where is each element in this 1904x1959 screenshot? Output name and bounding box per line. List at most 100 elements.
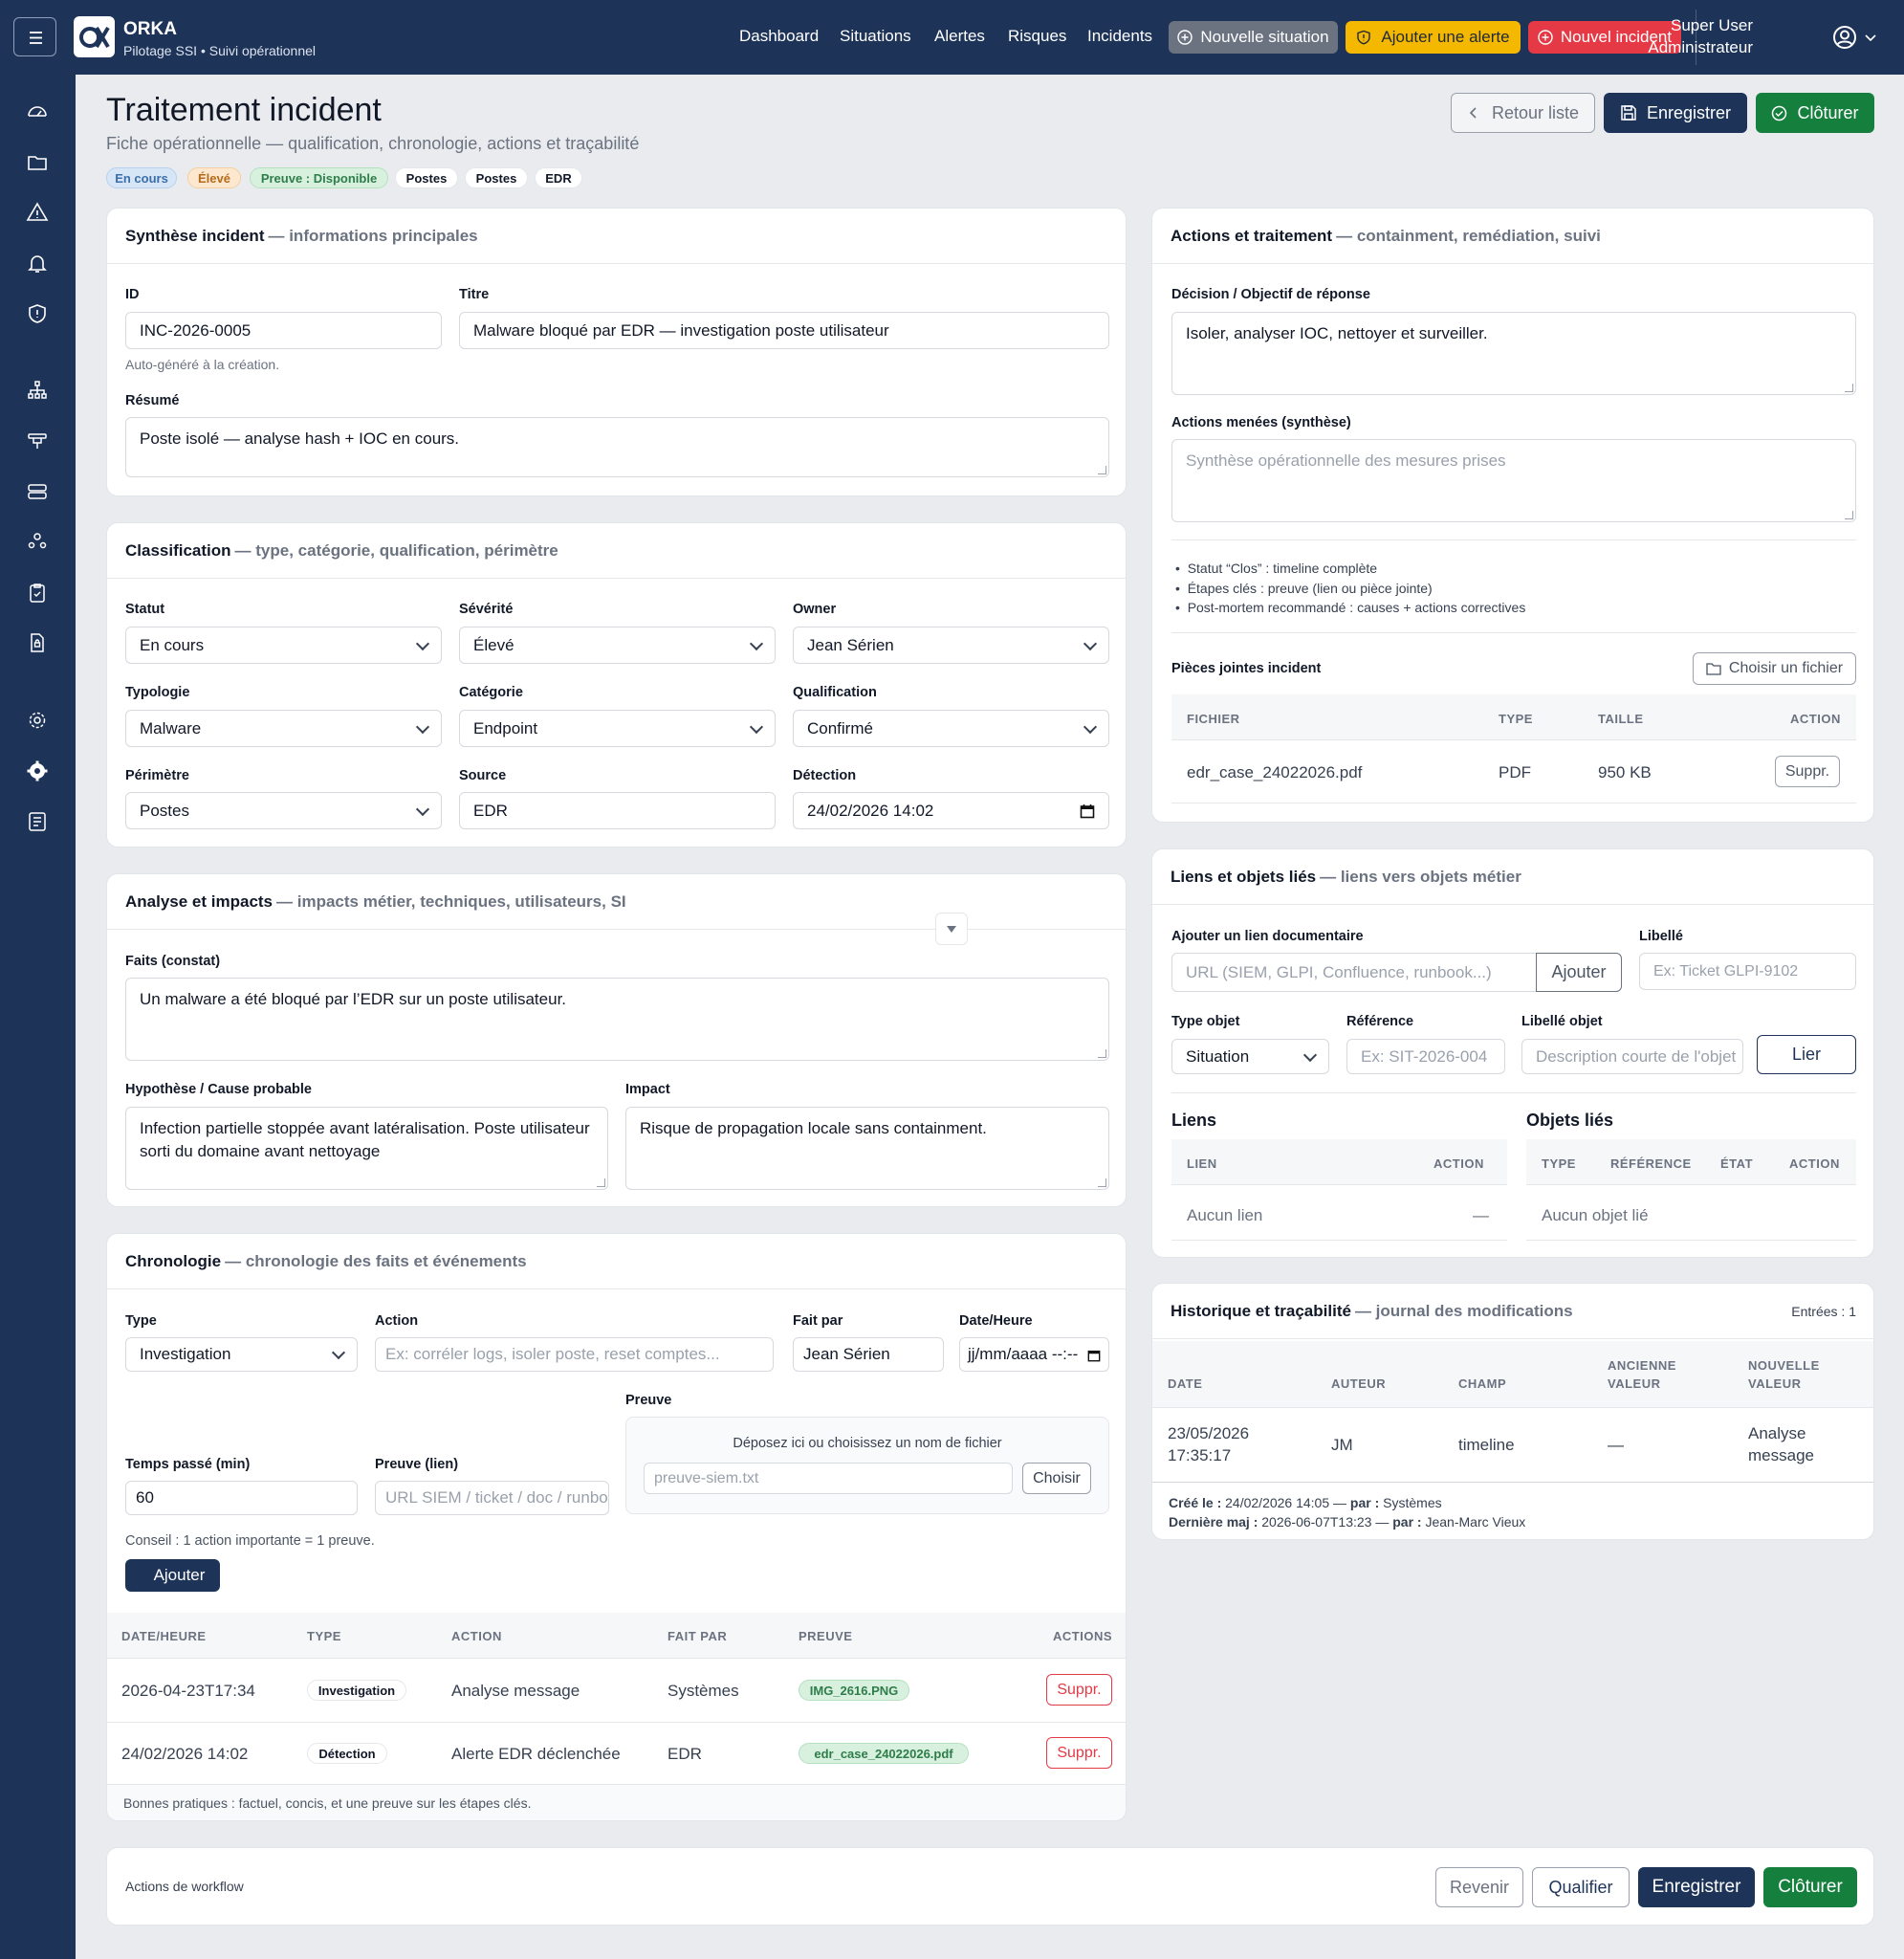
- sidebar-item-dashboard[interactable]: [26, 99, 49, 122]
- card-subtitle: — impacts métier, techniques, utilisateu…: [276, 891, 626, 911]
- statut-label: Statut: [125, 602, 165, 617]
- impact-field[interactable]: Risque de propagation locale sans contai…: [625, 1107, 1109, 1190]
- nav-incidents[interactable]: Incidents: [1087, 27, 1152, 46]
- decision-field[interactable]: Isoler, analyser IOC, nettoyer et survei…: [1171, 312, 1856, 395]
- add-alert-button[interactable]: Ajouter une alerte: [1346, 21, 1521, 54]
- row-by: EDR: [667, 1745, 702, 1763]
- qualifier-button[interactable]: Qualifier: [1532, 1867, 1630, 1907]
- history-new-value: Analyse: [1748, 1424, 1806, 1442]
- type-objet-select[interactable]: Situation: [1171, 1039, 1329, 1074]
- sidebar-item-situations[interactable]: [26, 151, 49, 174]
- categorie-select[interactable]: Endpoint: [459, 710, 776, 747]
- delete-button[interactable]: Suppr.: [1046, 1674, 1112, 1706]
- sidebar-item-checklist[interactable]: [26, 582, 49, 605]
- delete-button[interactable]: Suppr.: [1046, 1737, 1112, 1769]
- statut-select[interactable]: En cours: [125, 627, 442, 664]
- workflow-save-button[interactable]: Enregistrer: [1638, 1867, 1755, 1907]
- nav-alertes[interactable]: Alertes: [934, 27, 985, 46]
- choose-file-button[interactable]: Choisir un fichier: [1693, 652, 1856, 685]
- type-objet-label: Type objet: [1171, 1014, 1240, 1029]
- sidebar-item-risques[interactable]: [26, 302, 49, 325]
- hypothese-line: sorti du domaine avant nettoyage: [140, 1142, 381, 1160]
- nav-situations[interactable]: Situations: [840, 27, 911, 46]
- file-size: 950 KB: [1598, 763, 1652, 781]
- statut-value: En cours: [140, 635, 205, 654]
- chevron-down-icon: [1865, 34, 1876, 42]
- card-subtitle: — chronologie des faits et événements: [225, 1251, 527, 1270]
- col-header: FAIT PAR: [667, 1629, 728, 1643]
- user-menu-button[interactable]: [1823, 21, 1882, 54]
- sidebar-item-settings[interactable]: [26, 709, 49, 732]
- checklist: • Statut “Clos” : timeline complète • Ét…: [1175, 559, 1525, 618]
- sidebar-item-users[interactable]: [26, 530, 49, 553]
- hypothese-field[interactable]: Infection partielle stoppée avant latéra…: [125, 1107, 608, 1190]
- actions-menees-field[interactable]: Synthèse opérationnelle des mesures pris…: [1171, 439, 1856, 522]
- evidence-link[interactable]: IMG_2616.PNG: [799, 1680, 909, 1701]
- revenir-button[interactable]: Revenir: [1435, 1867, 1523, 1907]
- add-link-button[interactable]: Ajouter: [1536, 953, 1622, 992]
- event-datetime-placeholder: jj/mm/aaaa --:--: [968, 1345, 1079, 1363]
- temps-field[interactable]: 60: [125, 1481, 358, 1515]
- evidence-dropzone[interactable]: Déposez ici ou choisissez un nom de fich…: [625, 1417, 1109, 1514]
- sidebar-item-admin[interactable]: [26, 759, 49, 782]
- link-object-button[interactable]: Lier: [1757, 1035, 1856, 1074]
- workflow-close-button[interactable]: Clôturer: [1763, 1867, 1857, 1907]
- reference-label: Référence: [1346, 1014, 1414, 1029]
- type-badge: Détection: [307, 1743, 387, 1764]
- delete-file-button[interactable]: Suppr.: [1775, 756, 1840, 787]
- qualification-select[interactable]: Confirmé: [793, 710, 1109, 747]
- libelle-input[interactable]: Ex: Ticket GLPI-9102: [1639, 953, 1856, 990]
- save-button[interactable]: Enregistrer: [1604, 93, 1747, 133]
- link-url-input[interactable]: URL (SIEM, GLPI, Confluence, runbook...): [1171, 953, 1537, 992]
- menu-toggle-button[interactable]: [13, 17, 56, 56]
- qualification-value: Confirmé: [807, 718, 873, 737]
- nav-dashboard[interactable]: Dashboard: [739, 27, 819, 46]
- detection-datetime-field[interactable]: 24/02/2026 14:02: [793, 792, 1109, 829]
- id-field[interactable]: INC-2026-0005: [125, 312, 442, 349]
- title-field[interactable]: Malware bloqué par EDR — investigation p…: [459, 312, 1109, 349]
- liens-card: Liens et objets liés — liens vers objets …: [1151, 848, 1874, 1258]
- faits-field[interactable]: Un malware a été bloqué par l’EDR sur un…: [125, 978, 1109, 1061]
- sidebar-item-alertes[interactable]: [26, 201, 49, 224]
- type-badge: Investigation: [307, 1680, 406, 1701]
- event-datetime-input[interactable]: jj/mm/aaaa --:--: [959, 1337, 1109, 1372]
- resume-field[interactable]: Poste isolé — analyse hash + IOC en cour…: [125, 417, 1109, 477]
- dropzone-text: Déposez ici ou choisissez un nom de fich…: [733, 1436, 1002, 1451]
- add-event-button[interactable]: Ajouter: [125, 1559, 220, 1592]
- sidebar-item-documents[interactable]: [26, 631, 49, 654]
- sidebar-item-organisation[interactable]: [26, 379, 49, 402]
- close-incident-button[interactable]: Clôturer: [1756, 93, 1874, 133]
- severite-select[interactable]: Élevé: [459, 627, 776, 664]
- gear-outline-icon: [29, 712, 46, 729]
- sidebar-item-notifications[interactable]: [26, 252, 49, 275]
- preuve-lien-input[interactable]: URL SIEM / ticket / doc / runbook: [375, 1481, 609, 1515]
- app-logo[interactable]: [74, 16, 115, 57]
- perimeter-badge: Postes: [465, 167, 528, 188]
- new-situation-button[interactable]: Nouvelle situation: [1169, 21, 1338, 54]
- owner-select[interactable]: Jean Sérien: [793, 627, 1109, 664]
- event-action-input[interactable]: Ex: corréler logs, isoler poste, reset c…: [375, 1337, 774, 1372]
- reference-input[interactable]: Ex: SIT-2026-004: [1346, 1039, 1505, 1074]
- typologie-select[interactable]: Malware: [125, 710, 442, 747]
- sidebar-item-servers[interactable]: [26, 480, 49, 503]
- updated-value: 2026-06-07T13:23 —: [1261, 1514, 1390, 1530]
- updated-info: Dernière maj : 2026-06-07T13:23 — par : …: [1169, 1514, 1525, 1530]
- sidebar-item-filters[interactable]: [26, 429, 49, 452]
- event-type-select[interactable]: Investigation: [125, 1337, 358, 1372]
- hypothese-line: Infection partielle stoppée avant latéra…: [140, 1119, 590, 1137]
- evidence-filename-input[interactable]: preuve-siem.txt: [644, 1463, 1013, 1494]
- source-field[interactable]: EDR: [459, 792, 776, 829]
- sidebar-item-logs[interactable]: [26, 810, 49, 833]
- fait-par-field[interactable]: Jean Sérien: [793, 1337, 944, 1372]
- libelle-objet-input[interactable]: Description courte de l'objet: [1521, 1039, 1743, 1074]
- perimetre-select[interactable]: Postes: [125, 792, 442, 829]
- nav-risques[interactable]: Risques: [1008, 27, 1066, 46]
- evidence-link[interactable]: edr_case_24022026.pdf: [799, 1743, 969, 1764]
- user-name: Super User: [1671, 16, 1753, 34]
- scroll-hint-button[interactable]: [935, 913, 968, 945]
- created-by-label: par :: [1349, 1495, 1380, 1510]
- back-to-list-button[interactable]: Retour liste: [1451, 93, 1595, 133]
- shield-alert-icon: [1357, 30, 1371, 45]
- file-name[interactable]: edr_case_24022026.pdf: [1187, 763, 1362, 782]
- choose-evidence-button[interactable]: Choisir: [1022, 1463, 1091, 1494]
